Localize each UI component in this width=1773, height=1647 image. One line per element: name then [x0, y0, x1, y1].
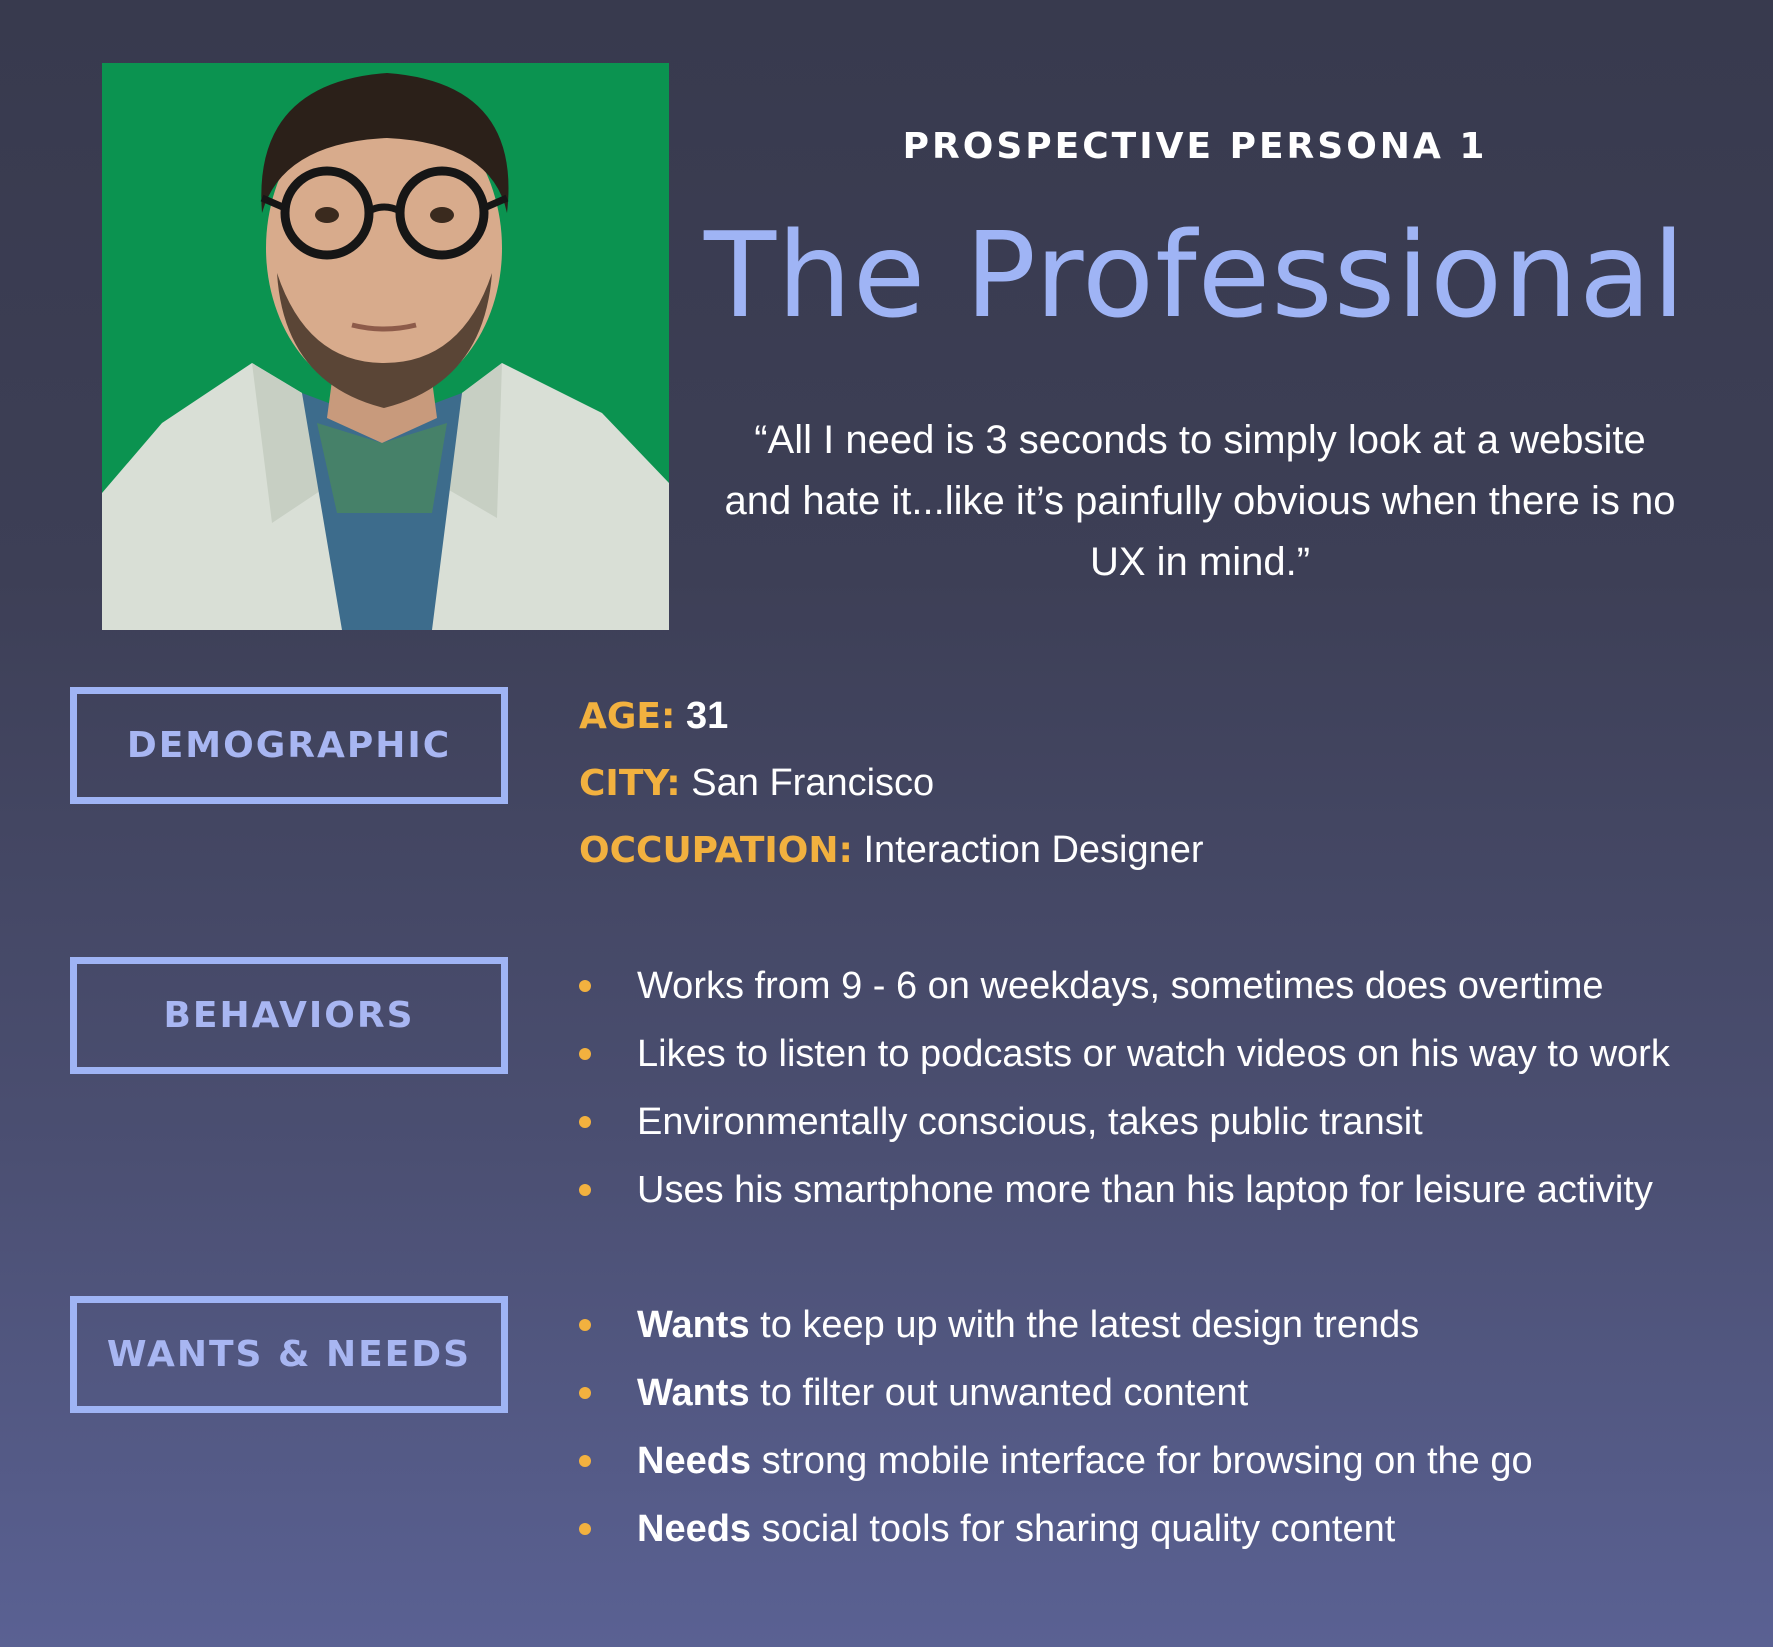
wants-needs-item: Wants to filter out unwanted content: [579, 1365, 1533, 1433]
behavior-item: Uses his smartphone more than his laptop…: [579, 1162, 1670, 1230]
behavior-item: Environmentally conscious, takes public …: [579, 1094, 1670, 1162]
wants-needs-item: Wants to keep up with the latest design …: [579, 1297, 1533, 1365]
wants-needs-keyword: Needs: [637, 1440, 752, 1482]
demographic-row-city: CITY: San Francisco: [579, 755, 1204, 822]
wants-needs-keyword: Wants: [637, 1304, 750, 1346]
behavior-item: Likes to listen to podcasts or watch vid…: [579, 1026, 1670, 1094]
behavior-text: Works from 9 - 6 on weekdays, sometimes …: [637, 965, 1604, 1007]
bullet-icon: [579, 980, 591, 992]
behavior-text: Likes to listen to podcasts or watch vid…: [637, 1033, 1670, 1075]
wants-needs-text: strong mobile interface for browsing on …: [751, 1440, 1533, 1482]
city-value: San Francisco: [691, 762, 935, 804]
demographic-row-occupation: OCCUPATION: Interaction Designer: [579, 822, 1204, 889]
wants-needs-keyword: Needs: [637, 1508, 752, 1550]
persona-quote: “All I need is 3 seconds to simply look …: [724, 418, 1676, 584]
behavior-text: Environmentally conscious, takes public …: [637, 1101, 1423, 1143]
behavior-item: Works from 9 - 6 on weekdays, sometimes …: [579, 958, 1670, 1026]
demographic-label: DEMOGRAPHIC: [70, 687, 508, 804]
persona-title: The Professional: [703, 206, 1687, 344]
bullet-icon: [579, 1523, 591, 1535]
occupation-value: Interaction Designer: [863, 829, 1204, 871]
wants-needs-list: Wants to keep up with the latest design …: [579, 1297, 1533, 1569]
behaviors-list: Works from 9 - 6 on weekdays, sometimes …: [579, 958, 1670, 1230]
bullet-icon: [579, 1319, 591, 1331]
wants-needs-text: to keep up with the latest design trends: [749, 1304, 1420, 1346]
behaviors-label: BEHAVIORS: [70, 957, 508, 1074]
bullet-icon: [579, 1184, 591, 1196]
wants-needs-text: social tools for sharing quality content: [751, 1508, 1396, 1550]
demographic-details: AGE: 31 CITY: San Francisco OCCUPATION: …: [579, 688, 1204, 889]
persona-eyebrow: PROSPECTIVE PERSONA 1: [902, 126, 1488, 167]
persona-portrait-icon: [102, 63, 669, 630]
age-key: AGE:: [579, 696, 676, 737]
wants-needs-label: WANTS & NEEDS: [70, 1296, 508, 1413]
age-value: 31: [685, 695, 729, 737]
behavior-text: Uses his smartphone more than his laptop…: [637, 1169, 1653, 1211]
bullet-icon: [579, 1387, 591, 1399]
city-key: CITY:: [579, 763, 681, 804]
wants-needs-text: to filter out unwanted content: [749, 1372, 1249, 1414]
bullet-icon: [579, 1048, 591, 1060]
demographic-row-age: AGE: 31: [579, 688, 1204, 755]
occupation-key: OCCUPATION:: [579, 830, 853, 871]
bullet-icon: [579, 1116, 591, 1128]
wants-needs-keyword: Wants: [637, 1372, 750, 1414]
wants-needs-item: Needs social tools for sharing quality c…: [579, 1501, 1533, 1569]
bullet-icon: [579, 1455, 591, 1467]
persona-photo: [102, 63, 669, 630]
wants-needs-item: Needs strong mobile interface for browsi…: [579, 1433, 1533, 1501]
